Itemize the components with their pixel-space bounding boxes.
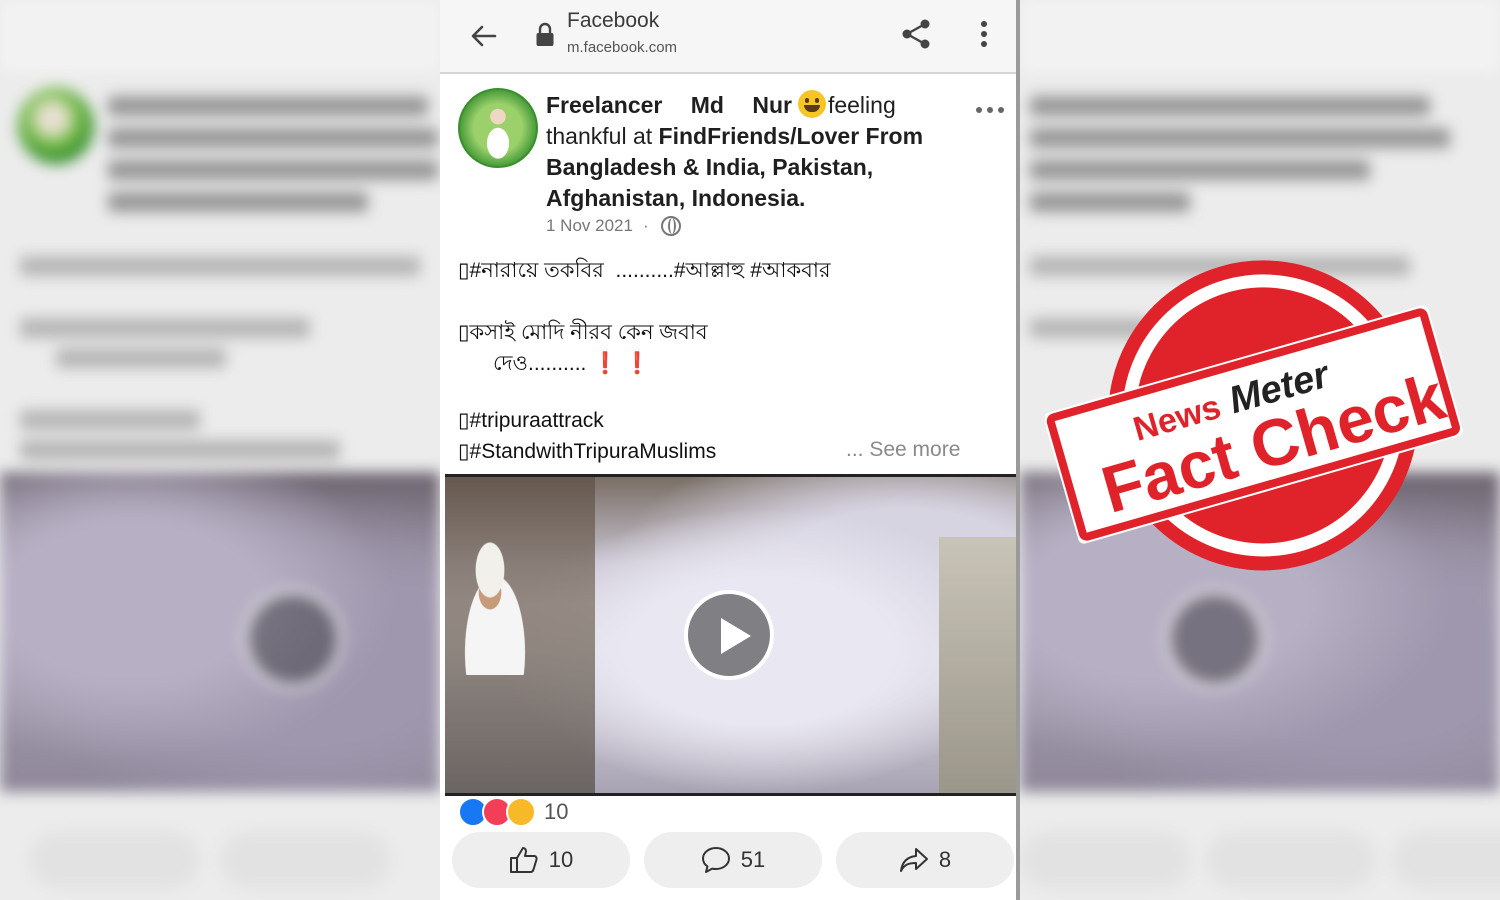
video-frame-building-right [939,537,1019,793]
meta-separator: · [642,216,649,235]
hashtag-standwithtripuramuslims[interactable]: ▯#StandwithTripuraMuslims [458,439,716,464]
globe-icon [660,216,681,236]
hashtag-tripuraattrack[interactable]: ▯#tripuraattrack [458,408,604,433]
feeling-text: feeling [827,92,896,118]
comment-count: 51 [740,847,766,872]
browser-toolbar: Facebook m.facebook.com [440,0,1020,74]
blurred-background-left [0,0,440,900]
newsmeter-fact-check-stamp: News Meter Fact Check [1045,260,1463,571]
see-more-link[interactable]: ... See more [846,438,960,462]
post-body-line-1: ▯#নারায়ে তকবির ..........#আল্লাহু #আকবা… [458,259,831,282]
like-icon [509,847,538,873]
play-icon[interactable] [684,590,774,680]
share-count: 8 [938,847,952,872]
like-button[interactable]: 10 [452,832,630,888]
location-line-2[interactable]: Bangladesh & India, Pakistan, [546,154,873,180]
author-name[interactable]: Freelancer Md Nur [546,92,792,118]
post-body-line-3: দেও.......... ❗ ❗ [458,352,651,375]
post-body-line-2: ▯কসাই মোদি নীরব কেন জবাব [458,321,708,344]
video-inset-person [445,525,545,675]
grinning-emoji-icon [797,90,826,118]
location-line-3[interactable]: Afghanistan, Indonesia. [546,185,805,211]
lock-icon [534,20,556,50]
like-count: 10 [548,847,574,872]
url-text[interactable]: m.facebook.com [567,39,677,56]
post-date[interactable]: 1 Nov 2021 [546,216,633,236]
location-link[interactable]: FindFriends/Lover From [659,123,924,149]
reaction-count: 10 [544,799,569,824]
post-meta: 1 Nov 2021 · [546,216,681,236]
share-button[interactable]: 8 [836,832,1014,888]
video-player[interactable] [445,474,1019,796]
post-header: Freelancer Md Nur feeling thankful at Fin… [546,90,956,214]
feeling-detail: thankful at [546,123,653,149]
back-arrow-icon[interactable] [462,14,506,58]
screenshot-edge [1016,0,1020,900]
site-title: Facebook [567,9,660,32]
comment-button[interactable]: 51 [644,832,822,888]
share-arrow-icon [899,848,928,872]
facebook-mobile-screenshot: Facebook m.facebook.com Freelancer Md Nu… [440,0,1020,900]
more-vert-icon[interactable] [964,12,1004,56]
comment-icon [701,847,730,873]
share-icon[interactable] [894,12,938,56]
reaction-summary[interactable]: 10 [458,797,568,827]
wow-reaction-icon [506,797,536,827]
avatar[interactable] [458,88,538,168]
more-horiz-icon[interactable] [972,100,1008,120]
